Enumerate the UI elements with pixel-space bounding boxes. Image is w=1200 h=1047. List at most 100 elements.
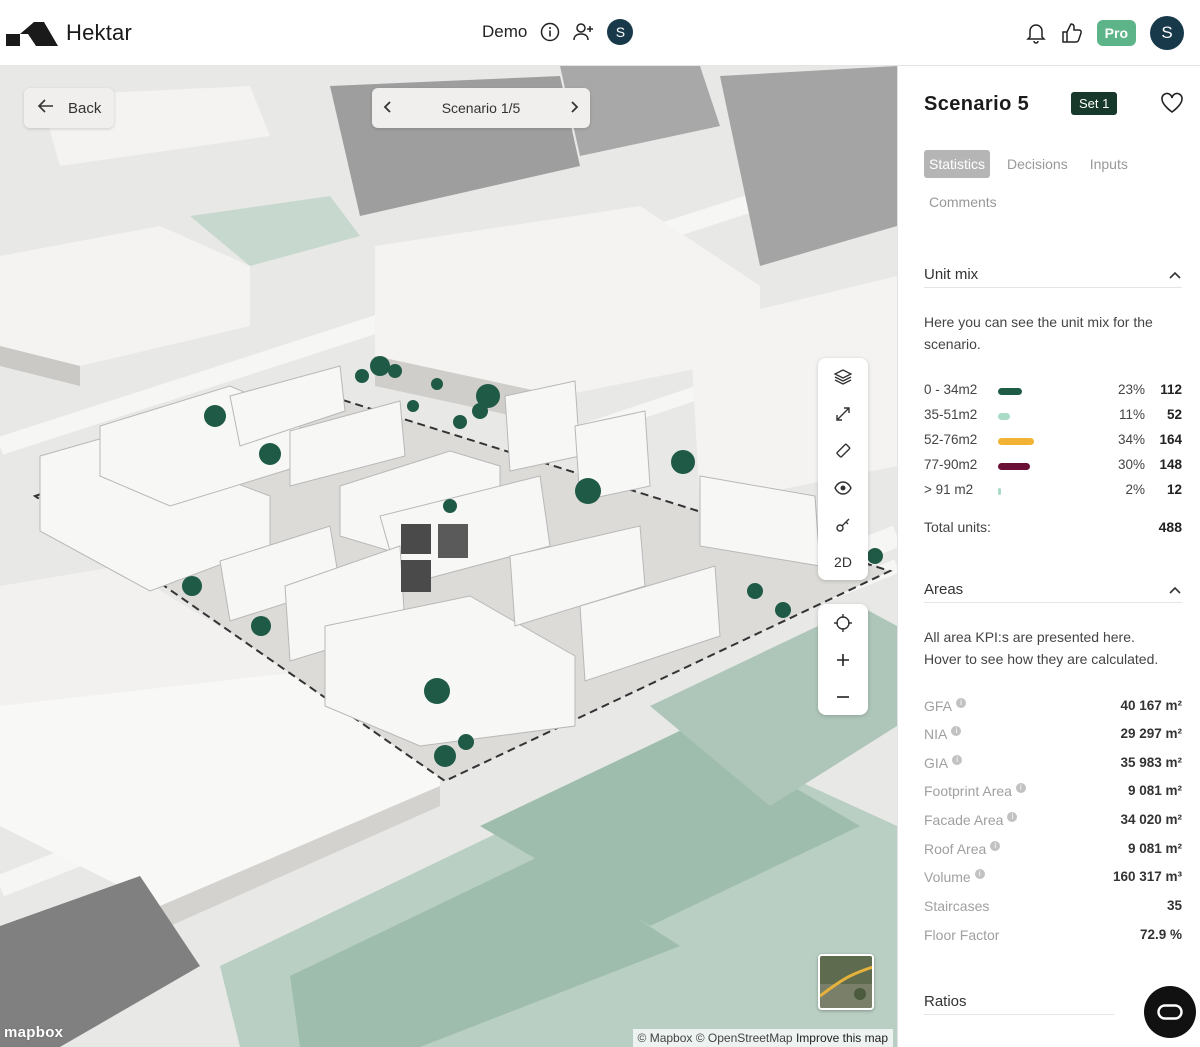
info-icon[interactable]: i xyxy=(951,726,962,736)
collaborator-avatar[interactable]: S xyxy=(607,19,634,45)
chevron-right-icon[interactable] xyxy=(568,100,580,117)
crosshair-icon xyxy=(834,613,852,632)
unit-share-bar xyxy=(998,438,1034,445)
unit-count: 12 xyxy=(1166,482,1182,497)
attribution-text[interactable]: © Mapbox © OpenStreetMap xyxy=(638,1031,793,1045)
improve-map-link[interactable]: Improve this map xyxy=(796,1031,888,1045)
area-kpi-row[interactable]: NIA i 29 297 m² xyxy=(924,726,1182,748)
unit-mix-row: 52-76m2 34% 164 xyxy=(924,432,1182,452)
unit-percent: 2% xyxy=(1125,482,1145,497)
area-kpi-label: Staircases xyxy=(924,898,990,914)
map-tool-stack: 2D xyxy=(818,358,868,580)
area-kpi-row: Floor Factor 72.9 % xyxy=(924,927,1182,949)
favorite-heart-icon[interactable] xyxy=(1160,92,1184,119)
ruler-button[interactable] xyxy=(818,432,868,469)
unit-percent: 30% xyxy=(1117,457,1145,472)
info-icon[interactable]: i xyxy=(990,841,1001,851)
back-button[interactable]: Back xyxy=(24,88,114,128)
hektar-logo[interactable]: Hektar xyxy=(6,20,132,46)
tab-comments[interactable]: Comments xyxy=(924,188,1002,216)
ruler-icon xyxy=(836,443,851,458)
app-name: Hektar xyxy=(66,20,132,45)
top-header: Hektar Demo S Pro S xyxy=(0,0,1200,66)
area-kpi-label: NIA xyxy=(924,726,948,742)
area-kpi-row[interactable]: GFA i 40 167 m² xyxy=(924,698,1182,720)
set-badge[interactable]: Set 1 xyxy=(1071,92,1118,115)
area-kpi-row[interactable]: Footprint Area i 9 081 m² xyxy=(924,783,1182,805)
unit-range-label: > 91 m2 xyxy=(924,482,974,497)
header-actions: Pro S xyxy=(1025,16,1184,50)
total-units-label: Total units: xyxy=(924,519,991,535)
plus-icon xyxy=(837,653,849,666)
area-kpi-value: 29 297 m² xyxy=(1120,726,1182,741)
area-kpi-row[interactable]: Volume i 160 317 m³ xyxy=(924,869,1182,891)
hektar-logo-icon xyxy=(6,22,58,46)
user-avatar[interactable]: S xyxy=(1150,16,1184,50)
area-kpi-row: Staircases 35 xyxy=(924,898,1182,920)
area-kpi-label: GFA xyxy=(924,698,953,714)
mapbox-logo[interactable]: mapbox xyxy=(4,1024,63,1041)
unit-mix-header[interactable]: Unit mix xyxy=(924,266,1182,288)
ratios-header[interactable]: Ratios xyxy=(924,993,1114,1015)
tab-inputs[interactable]: Inputs xyxy=(1085,150,1133,178)
chevron-left-icon[interactable] xyxy=(382,100,394,117)
tab-statistics[interactable]: Statistics xyxy=(924,150,991,178)
area-kpi-row[interactable]: Roof Area i 9 081 m² xyxy=(924,841,1182,863)
expand-icon xyxy=(836,406,850,421)
map-attribution: © Mapbox © OpenStreetMap Improve this ma… xyxy=(632,1029,893,1047)
minus-icon xyxy=(837,695,849,698)
unit-count: 52 xyxy=(1166,407,1182,422)
unit-mix-row: 77-90m2 30% 148 xyxy=(924,457,1182,477)
unit-mix-row: 35-51m2 11% 52 xyxy=(924,407,1182,427)
locate-button[interactable] xyxy=(818,604,868,641)
area-kpi-value: 72.9 % xyxy=(1139,927,1182,942)
map-canvas[interactable]: Back Scenario 1/5 2D mapbox © Mapbox © O… xyxy=(0,66,897,1047)
key-button[interactable] xyxy=(818,506,868,543)
project-name[interactable]: Demo xyxy=(482,22,527,42)
area-kpi-value: 35 983 m² xyxy=(1120,755,1182,770)
zoom-out-button[interactable] xyxy=(818,678,868,715)
tab-decisions[interactable]: Decisions xyxy=(1002,150,1073,178)
unit-count: 164 xyxy=(1159,432,1182,447)
scenario-title: Scenario 5 xyxy=(924,93,1030,115)
info-icon[interactable] xyxy=(539,21,561,43)
unit-percent: 34% xyxy=(1117,432,1145,447)
info-icon[interactable]: i xyxy=(1007,812,1018,822)
ratios-title: Ratios xyxy=(924,993,967,1010)
areas-header[interactable]: Areas xyxy=(924,581,1182,603)
area-kpi-value: 160 317 m³ xyxy=(1112,869,1182,884)
area-kpi-label: Facade Area xyxy=(924,812,1004,828)
view-mode-toggle[interactable]: 2D xyxy=(818,543,868,580)
area-kpi-label: Roof Area xyxy=(924,841,987,857)
visibility-button[interactable] xyxy=(818,469,868,506)
pro-badge[interactable]: Pro xyxy=(1096,20,1136,46)
total-units-value: 488 xyxy=(1158,519,1182,535)
satellite-toggle-thumbnail[interactable] xyxy=(818,954,874,1010)
info-icon[interactable]: i xyxy=(1015,783,1026,793)
sidebar-tabs: Statistics Decisions Inputs Comments xyxy=(924,150,1174,216)
area-kpi-row[interactable]: Facade Area i 34 020 m² xyxy=(924,812,1182,834)
back-label: Back xyxy=(68,99,102,117)
area-kpi-label: Floor Factor xyxy=(924,927,1000,943)
unit-share-bar xyxy=(998,463,1030,470)
info-icon[interactable]: i xyxy=(956,698,967,708)
project-info: Demo S xyxy=(482,19,634,45)
chevron-up-icon xyxy=(1169,586,1181,594)
arrow-left-icon xyxy=(37,99,54,117)
thumbs-up-icon[interactable] xyxy=(1061,22,1083,44)
zoom-in-button[interactable] xyxy=(818,641,868,678)
chat-button[interactable] xyxy=(1144,986,1196,1038)
expand-button[interactable] xyxy=(818,395,868,432)
bell-icon[interactable] xyxy=(1025,22,1047,44)
add-user-icon[interactable] xyxy=(573,21,595,43)
unit-share-bar xyxy=(998,413,1010,420)
area-kpi-row[interactable]: GIA i 35 983 m² xyxy=(924,755,1182,777)
area-kpi-value: 40 167 m² xyxy=(1120,698,1182,713)
info-icon[interactable]: i xyxy=(952,755,963,765)
unit-share-bar xyxy=(998,388,1022,395)
unit-percent: 11% xyxy=(1118,407,1145,422)
layers-button[interactable] xyxy=(818,358,868,395)
scenario-sidebar: Scenario 5 Set 1 Statistics Decisions In… xyxy=(897,66,1200,1047)
info-icon[interactable]: i xyxy=(974,869,985,879)
area-kpi-value: 9 081 m² xyxy=(1127,841,1182,856)
